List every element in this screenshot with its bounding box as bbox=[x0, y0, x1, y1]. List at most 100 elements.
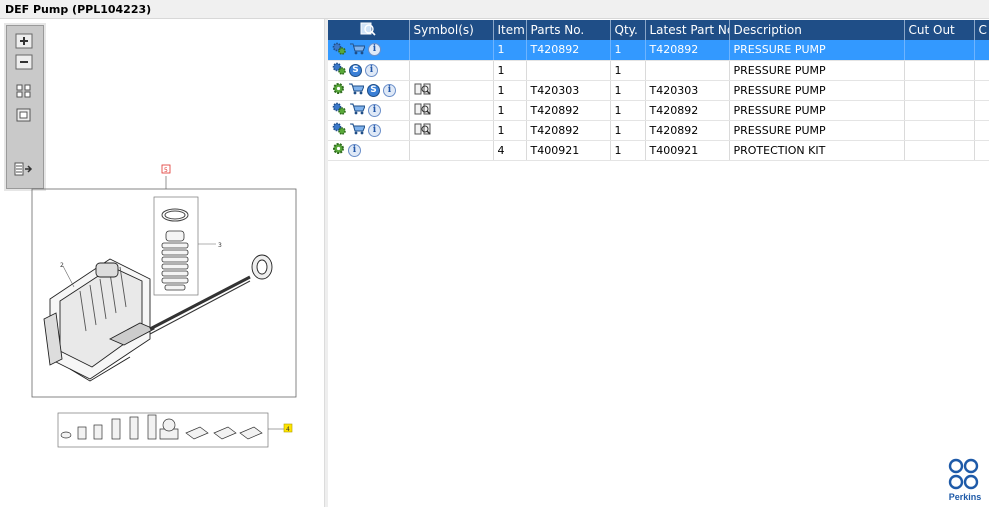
cell-parts-no bbox=[526, 60, 611, 81]
cell-item: 1 bbox=[493, 60, 527, 81]
panel-arrow-icon bbox=[14, 162, 33, 176]
diagram-pane[interactable]: 5 3 2 4 bbox=[0, 19, 324, 507]
info-icon[interactable]: i bbox=[365, 63, 378, 77]
search-column-header[interactable] bbox=[328, 20, 410, 40]
cell-description: PRESSURE PUMP bbox=[729, 80, 905, 101]
actual-size-button[interactable] bbox=[14, 106, 34, 124]
cell-item: 4 bbox=[493, 140, 527, 161]
row-action-icons: i bbox=[328, 120, 410, 141]
book-icon[interactable] bbox=[414, 82, 431, 98]
col-symbols[interactable]: Symbol(s) bbox=[409, 20, 494, 40]
cell-parts-no: T420303 bbox=[526, 80, 611, 101]
gear-cart-icon[interactable] bbox=[332, 42, 346, 58]
cell-latest-part-no: T400921 bbox=[645, 140, 730, 161]
cell-cut-out bbox=[904, 40, 975, 61]
cell-description: PROTECTION KIT bbox=[729, 140, 905, 161]
cell-parts-no: T420892 bbox=[526, 120, 611, 141]
cell-qty: 1 bbox=[610, 120, 646, 141]
s-icon[interactable]: S bbox=[349, 63, 362, 77]
info-icon[interactable]: i bbox=[383, 83, 396, 97]
cell-qty: 1 bbox=[610, 100, 646, 121]
book-icon[interactable] bbox=[414, 122, 431, 138]
cell-description: PRESSURE PUMP bbox=[729, 100, 905, 121]
cell-parts-no: T420892 bbox=[526, 100, 611, 121]
cell-truncated bbox=[974, 40, 989, 61]
col-item[interactable]: Item bbox=[493, 20, 527, 40]
col-truncated[interactable]: C bbox=[974, 20, 989, 40]
cell-qty: 1 bbox=[610, 40, 646, 61]
gear-icon[interactable] bbox=[332, 142, 345, 158]
cell-latest-part-no: T420303 bbox=[645, 80, 730, 101]
cart-icon[interactable] bbox=[348, 82, 365, 98]
col-description[interactable]: Description bbox=[729, 20, 905, 40]
cell-cut-out bbox=[904, 120, 975, 141]
info-icon[interactable]: i bbox=[368, 123, 381, 137]
parts-table: Symbol(s) Item Parts No. Qty. Latest Par… bbox=[328, 20, 989, 161]
cell-qty: 1 bbox=[610, 80, 646, 101]
cell-cut-out bbox=[904, 140, 975, 161]
cell-truncated bbox=[974, 60, 989, 81]
s-icon[interactable]: S bbox=[367, 83, 380, 97]
row-action-icons: Si bbox=[328, 80, 410, 101]
info-icon[interactable]: i bbox=[348, 143, 361, 157]
cell-parts-no: T400921 bbox=[526, 140, 611, 161]
gears-icon[interactable] bbox=[332, 122, 346, 138]
cell-cut-out bbox=[904, 80, 975, 101]
cell-symbols bbox=[409, 140, 494, 161]
gears-icon[interactable] bbox=[332, 62, 346, 78]
cell-item: 1 bbox=[493, 80, 527, 101]
fit-all-icon bbox=[16, 84, 31, 98]
table-row[interactable]: i 1 T420892 1 T420892 PRESSURE PUMP bbox=[328, 40, 989, 61]
cart-icon[interactable] bbox=[349, 42, 366, 58]
cell-truncated bbox=[974, 100, 989, 121]
table-row[interactable]: i 4 T400921 1 T400921 PROTECTION KIT bbox=[328, 140, 989, 161]
cell-symbols bbox=[409, 100, 494, 121]
cell-symbols bbox=[409, 120, 494, 141]
zoom-out-icon bbox=[15, 54, 33, 70]
cell-item: 1 bbox=[493, 120, 527, 141]
magnifier-icon bbox=[360, 22, 376, 36]
cart-icon[interactable] bbox=[349, 122, 366, 138]
row-action-icons: Si bbox=[328, 60, 410, 81]
gears-icon[interactable] bbox=[332, 102, 346, 118]
cell-qty: 1 bbox=[610, 140, 646, 161]
cell-symbols bbox=[409, 60, 494, 81]
cell-cut-out bbox=[904, 100, 975, 121]
col-parts-no[interactable]: Parts No. bbox=[526, 20, 611, 40]
col-latest-part-no[interactable]: Latest Part No. bbox=[645, 20, 730, 40]
row-action-icons: i bbox=[328, 140, 410, 161]
table-row[interactable]: i 1 T420892 1 T420892 PRESSURE PUMP bbox=[328, 120, 989, 141]
cell-item: 1 bbox=[493, 100, 527, 121]
gear-icon[interactable] bbox=[332, 82, 345, 98]
col-qty[interactable]: Qty. bbox=[610, 20, 646, 40]
book-icon[interactable] bbox=[414, 102, 431, 118]
toggle-panel-button[interactable] bbox=[14, 160, 34, 178]
cart-icon[interactable] bbox=[349, 102, 366, 118]
cell-parts-no: T420892 bbox=[526, 40, 611, 61]
table-row[interactable]: i 1 T420892 1 T420892 PRESSURE PUMP bbox=[328, 100, 989, 121]
cell-description: PRESSURE PUMP bbox=[729, 120, 905, 141]
info-icon[interactable]: i bbox=[368, 43, 381, 57]
row-action-icons: i bbox=[328, 100, 410, 121]
fit-all-button[interactable] bbox=[14, 82, 34, 100]
table-row[interactable]: Si 1 T420303 1 T420303 PRESSURE PUMP bbox=[328, 80, 989, 101]
cell-truncated bbox=[974, 140, 989, 161]
zoom-out-button[interactable] bbox=[14, 53, 34, 71]
actual-size-icon bbox=[16, 108, 31, 122]
parts-grid: Symbol(s) Item Parts No. Qty. Latest Par… bbox=[328, 19, 989, 507]
callout-4: 4 bbox=[286, 426, 290, 433]
table-row[interactable]: Si 1 1 PRESSURE PUMP bbox=[328, 60, 989, 81]
table-header: Symbol(s) Item Parts No. Qty. Latest Par… bbox=[328, 20, 989, 40]
perkins-wordmark: Perkins bbox=[949, 492, 982, 502]
info-icon[interactable]: i bbox=[368, 103, 381, 117]
zoom-in-button[interactable] bbox=[14, 32, 34, 50]
callout-3: 3 bbox=[218, 242, 222, 249]
col-cut-out[interactable]: Cut Out bbox=[904, 20, 975, 40]
cell-truncated bbox=[974, 120, 989, 141]
perkins-logo: Perkins bbox=[949, 458, 982, 502]
cell-latest-part-no: T420892 bbox=[645, 120, 730, 141]
cell-cut-out bbox=[904, 60, 975, 81]
cell-latest-part-no: T420892 bbox=[645, 100, 730, 121]
exploded-parts-diagram: 5 3 2 4 bbox=[31, 164, 297, 448]
cell-symbols bbox=[409, 40, 494, 61]
